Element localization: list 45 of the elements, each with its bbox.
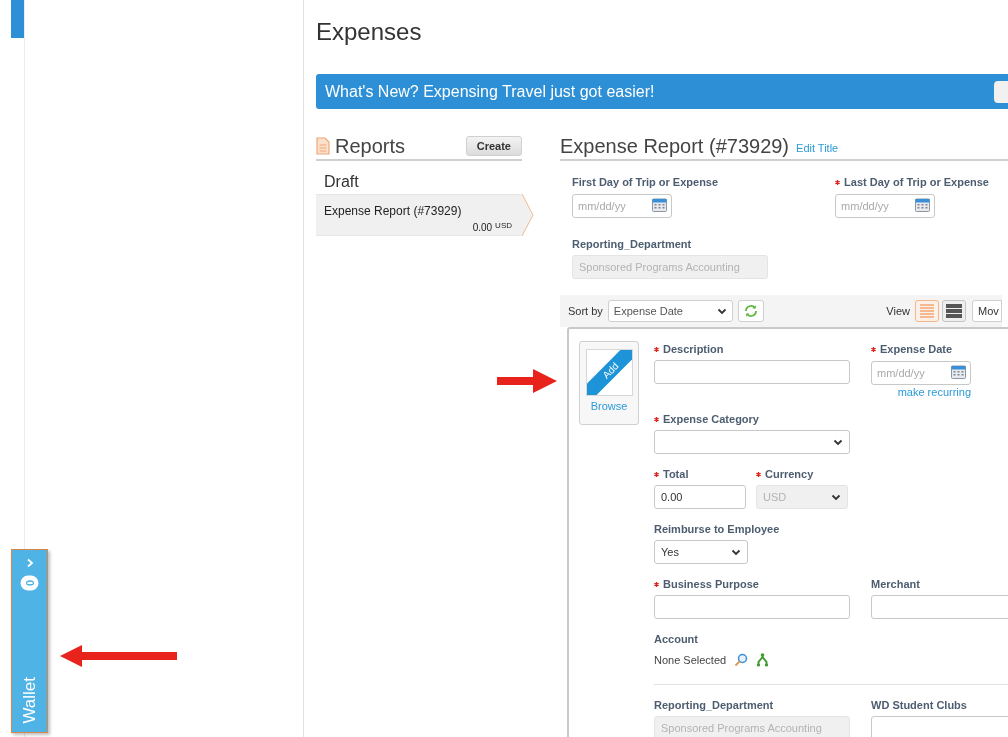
field-label: Business Purpose <box>663 576 759 592</box>
create-button[interactable]: Create <box>465 136 522 156</box>
make-recurring-link[interactable]: make recurring <box>897 385 971 399</box>
field-label: Currency <box>765 466 814 482</box>
text-field[interactable]: 0.00 <box>654 485 746 509</box>
date-field[interactable]: mm/dd/yy <box>835 194 936 218</box>
section-title: Reports <box>335 134 406 159</box>
text-field: Sponsored Programs Accounting <box>572 255 768 279</box>
field-label: Expense Category <box>663 411 759 427</box>
page-title: Expenses <box>316 17 423 47</box>
receipt-box[interactable]: Add Browse <box>579 341 639 425</box>
date-field[interactable]: mm/dd/yy <box>572 194 672 218</box>
wallet-label: Wallet <box>18 677 40 724</box>
select-field: USD <box>756 485 848 509</box>
move-button[interactable]: Mov <box>972 300 1002 322</box>
date-field[interactable]: mm/dd/yy <box>871 361 971 385</box>
field-label: Total <box>663 466 689 482</box>
field-label: First Day of Trip or Expense <box>572 174 719 190</box>
field-label: Reporting_Department <box>572 236 692 252</box>
edit-title-link[interactable]: Edit Title <box>796 139 839 157</box>
field-label: Description <box>663 341 724 357</box>
wallet-tab[interactable]: 0 Wallet <box>11 549 48 733</box>
field-label: Merchant <box>871 576 920 592</box>
announcement-banner[interactable]: What's New? Expensing Travel just got easier! <box>316 74 1008 109</box>
field-label: Account <box>654 631 698 647</box>
field-label: Reimburse to Employee <box>654 521 780 537</box>
add-ribbon[interactable]: Add <box>586 350 632 395</box>
field-label: Last Day of Trip or Expense <box>844 174 989 190</box>
field-label: WD Student Clubs <box>871 697 967 713</box>
view-label: View <box>886 303 910 319</box>
select-field[interactable]: Yes <box>654 540 748 564</box>
group-heading: Draft <box>324 172 360 192</box>
sort-select[interactable]: Expense Date <box>607 300 733 322</box>
text-field: Sponsored Programs Accounting <box>654 716 850 737</box>
report-amount: 0.00 <box>472 221 493 235</box>
report-name: Expense Report (#73929) <box>324 203 463 220</box>
field-label: Expense Date <box>880 341 953 357</box>
report-title: Expense Report (#73929) <box>560 134 790 159</box>
sort-label: Sort by <box>568 303 603 319</box>
currency-code: USD <box>495 220 512 232</box>
account-value: None Selected <box>654 652 727 668</box>
browse-link[interactable]: Browse <box>590 398 628 415</box>
banner-text: What's New? Expensing Travel just got easier! <box>325 81 655 102</box>
field-label: Reporting_Department <box>654 697 774 713</box>
wallet-count: 0 <box>20 575 39 591</box>
